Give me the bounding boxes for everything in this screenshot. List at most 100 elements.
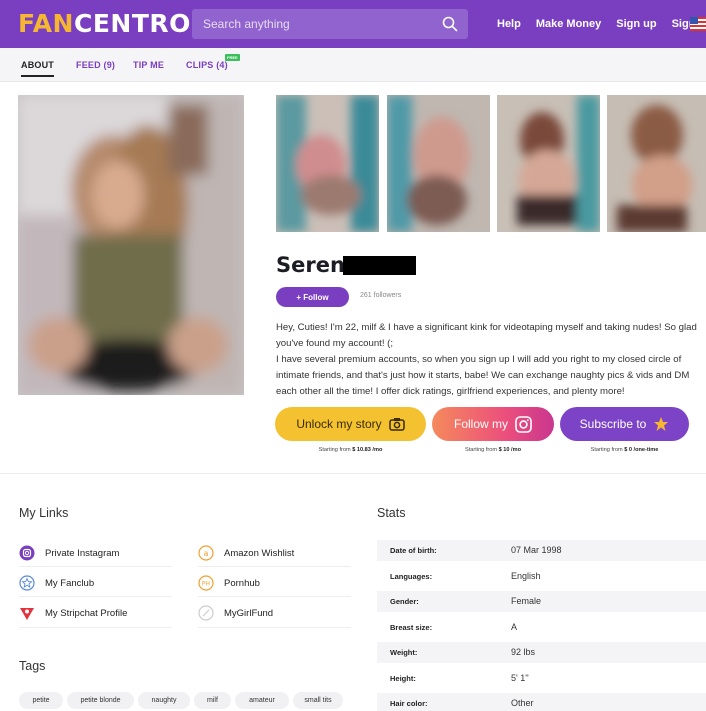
amazon-icon: a	[198, 545, 214, 561]
profile-photo[interactable]	[18, 95, 244, 395]
link-label: Private Instagram	[45, 547, 120, 559]
stat-value: Female	[511, 596, 542, 606]
link-divider	[19, 627, 172, 628]
link-chain-icon	[198, 605, 214, 621]
tab-tip-me[interactable]: TIP ME	[133, 60, 164, 70]
tag-chip[interactable]: petite	[19, 692, 63, 709]
gallery-thumb[interactable]	[497, 95, 600, 232]
unlock-story-button[interactable]: Unlock my story	[275, 407, 426, 441]
tags-title: Tags	[19, 659, 46, 673]
gallery-thumb[interactable]	[607, 95, 706, 232]
link-stripchat[interactable]: My Stripchat Profile	[19, 605, 127, 621]
svg-text:PH: PH	[202, 581, 210, 588]
tag-chip[interactable]: amateur	[235, 692, 289, 709]
stat-value: 07 Mar 1998	[511, 545, 562, 555]
private-instagram-icon	[19, 545, 35, 561]
stats-row: Weight: 92 lbs	[377, 642, 706, 663]
stripchat-icon	[20, 608, 34, 620]
tag-chip[interactable]: milf	[194, 692, 231, 709]
logo-fan-text: FAN	[18, 9, 74, 38]
search-box	[192, 9, 468, 39]
make-money-link[interactable]: Make Money	[536, 18, 601, 30]
tab-feed[interactable]: FEED (9)	[76, 60, 115, 70]
gallery-thumb[interactable]	[276, 95, 379, 232]
price-prefix: Starting from	[590, 447, 625, 453]
instagram-icon	[515, 415, 532, 433]
tab-clips[interactable]: CLIPS (4)	[186, 60, 228, 70]
redacted-surname	[343, 256, 416, 275]
price-value: $ 10.83 /mo	[352, 447, 383, 453]
section-divider	[0, 473, 706, 474]
stats-row: Breast size: A	[377, 617, 706, 638]
followers-count: 261 followers	[360, 292, 402, 299]
help-link[interactable]: Help	[497, 18, 521, 30]
bio-paragraph: I have several premium accounts, so when…	[276, 354, 690, 397]
link-label: Amazon Wishlist	[224, 547, 295, 559]
link-my-fanclub[interactable]: My Fanclub	[19, 575, 94, 591]
tag-chip[interactable]: naughty	[138, 692, 190, 709]
link-amazon-wishlist[interactable]: a Amazon Wishlist	[198, 545, 294, 561]
us-flag-icon[interactable]	[690, 17, 706, 31]
stats-title: Stats	[377, 506, 406, 520]
tab-about[interactable]: ABOUT	[21, 60, 54, 77]
stat-value: A	[511, 622, 518, 632]
subscribe-button[interactable]: Subscribe to	[560, 407, 689, 441]
search-icon[interactable]	[442, 16, 458, 32]
link-divider	[19, 566, 172, 567]
fanclub-star-icon	[19, 575, 35, 591]
price-prefix: Starting from	[465, 447, 499, 453]
subscribe-label: Subscribe to	[579, 417, 647, 431]
link-label: My Fanclub	[45, 577, 95, 589]
gallery-thumb[interactable]	[387, 95, 490, 232]
profile-bio: Hey, Cuties! I'm 22, milf & I have a sig…	[276, 320, 706, 400]
tag-chip[interactable]: small tits	[293, 692, 343, 709]
stat-key: Date of birth:	[390, 546, 437, 555]
svg-text:a: a	[204, 549, 209, 558]
stats-row: Height: 5' 1''	[377, 668, 706, 689]
camera-icon	[388, 418, 405, 431]
subscribe-price: Starting from $ 0 /one-time	[560, 447, 689, 453]
story-price: Starting from $ 10.83 /mo	[275, 447, 426, 453]
stats-row: Gender: Female	[377, 591, 706, 612]
price-value: $ 0 /one-time	[624, 447, 659, 453]
unlock-story-label: Unlock my story	[296, 417, 382, 431]
stat-key: Hair color:	[390, 699, 428, 708]
stats-row: Hair color: Other	[377, 693, 706, 711]
insta-price: Starting from $ 10 /mo	[432, 447, 554, 453]
stat-key: Languages:	[390, 572, 433, 581]
fancentro-logo[interactable]: FANCENTRO	[18, 9, 191, 38]
follow-instagram-label: Follow my	[453, 417, 508, 431]
my-links-title: My Links	[19, 506, 69, 520]
follow-instagram-button[interactable]: Follow my	[432, 407, 554, 441]
pornhub-icon: PH	[198, 575, 214, 591]
stat-value: 5' 1''	[511, 673, 529, 683]
price-prefix: Starting from	[318, 447, 353, 453]
stat-value: 92 lbs	[511, 647, 536, 657]
link-label: My Stripchat Profile	[45, 607, 128, 619]
follow-button[interactable]: + Follow	[276, 287, 349, 307]
link-divider	[198, 627, 351, 628]
link-private-instagram[interactable]: Private Instagram	[19, 545, 119, 561]
stat-value: Other	[511, 698, 534, 708]
link-divider	[19, 596, 172, 597]
link-mygirlfund[interactable]: MyGirlFund	[198, 605, 273, 621]
search-input[interactable]	[192, 9, 432, 39]
logo-centro-text: CENTRO	[73, 9, 191, 38]
link-divider	[198, 566, 351, 567]
link-label: MyGirlFund	[224, 607, 274, 619]
tag-chip[interactable]: petite blonde	[67, 692, 134, 709]
link-label: Pornhub	[224, 577, 260, 589]
profile-tabs: ABOUT FEED (9) TIP ME CLIPS (4)	[0, 48, 706, 82]
header-nav: Help Make Money Sign up Sign in	[497, 0, 706, 48]
fancentro-star-icon	[654, 417, 669, 431]
price-value: $ 10 /mo	[498, 447, 521, 453]
link-pornhub[interactable]: PH Pornhub	[198, 575, 260, 591]
stat-key: Weight:	[390, 648, 418, 657]
top-header: FANCENTRO Help Make Money Sign up Sign i…	[0, 0, 706, 48]
stats-row: Languages: English	[377, 566, 706, 587]
stat-key: Height:	[390, 674, 416, 683]
stats-row: Date of birth: 07 Mar 1998	[377, 540, 706, 561]
sign-up-link[interactable]: Sign up	[616, 18, 656, 30]
stat-key: Gender:	[390, 597, 419, 606]
bio-paragraph: Hey, Cuties! I'm 22, milf & I have a sig…	[276, 322, 697, 349]
